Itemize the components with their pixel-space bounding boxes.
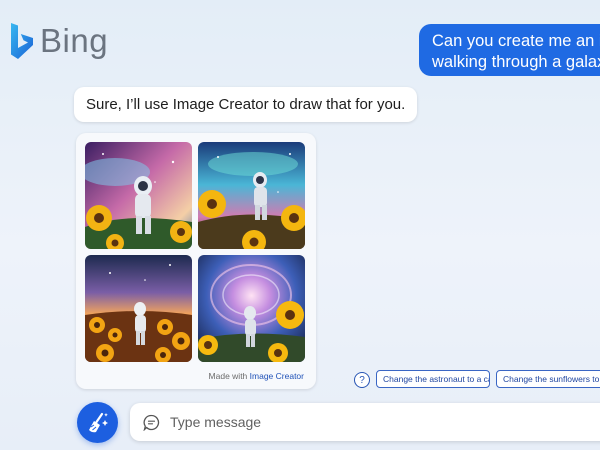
chat-bubble-icon	[143, 414, 160, 431]
bing-b-icon	[11, 23, 33, 59]
image-creator-caption: Made with Image Creator	[209, 371, 304, 381]
brand-name: Bing	[40, 22, 109, 59]
generated-image-1[interactable]	[85, 142, 192, 249]
bot-message-text: Sure, I’ll use Image Creator to draw tha…	[86, 96, 406, 113]
generated-image-4[interactable]	[198, 255, 305, 362]
help-icon[interactable]: ?	[354, 372, 370, 388]
broom-sparkle-icon	[88, 412, 108, 432]
caption-text: Made with	[208, 371, 250, 381]
message-input[interactable]	[168, 413, 552, 431]
suggestion-chip-sunflowers[interactable]: Change the sunflowers to ro	[496, 370, 600, 388]
image-creator-link[interactable]: Image Creator	[250, 371, 304, 381]
bot-message-bubble: Sure, I’ll use Image Creator to draw tha…	[74, 87, 418, 122]
generated-image-2[interactable]	[198, 142, 305, 249]
image-creator-card: Made with Image Creator	[76, 133, 316, 389]
user-message-line: Can you create me an ima	[432, 32, 600, 50]
message-composer[interactable]	[130, 403, 600, 441]
user-message-line: walking through a galaxy	[432, 53, 600, 71]
new-topic-button[interactable]	[77, 402, 118, 443]
generated-image-3[interactable]	[85, 255, 192, 362]
user-message-bubble: Can you create me an ima walking through…	[419, 24, 600, 76]
suggestion-chip-cat[interactable]: Change the astronaut to a cat	[376, 370, 490, 388]
bing-logo[interactable]: Bing	[8, 22, 108, 60]
